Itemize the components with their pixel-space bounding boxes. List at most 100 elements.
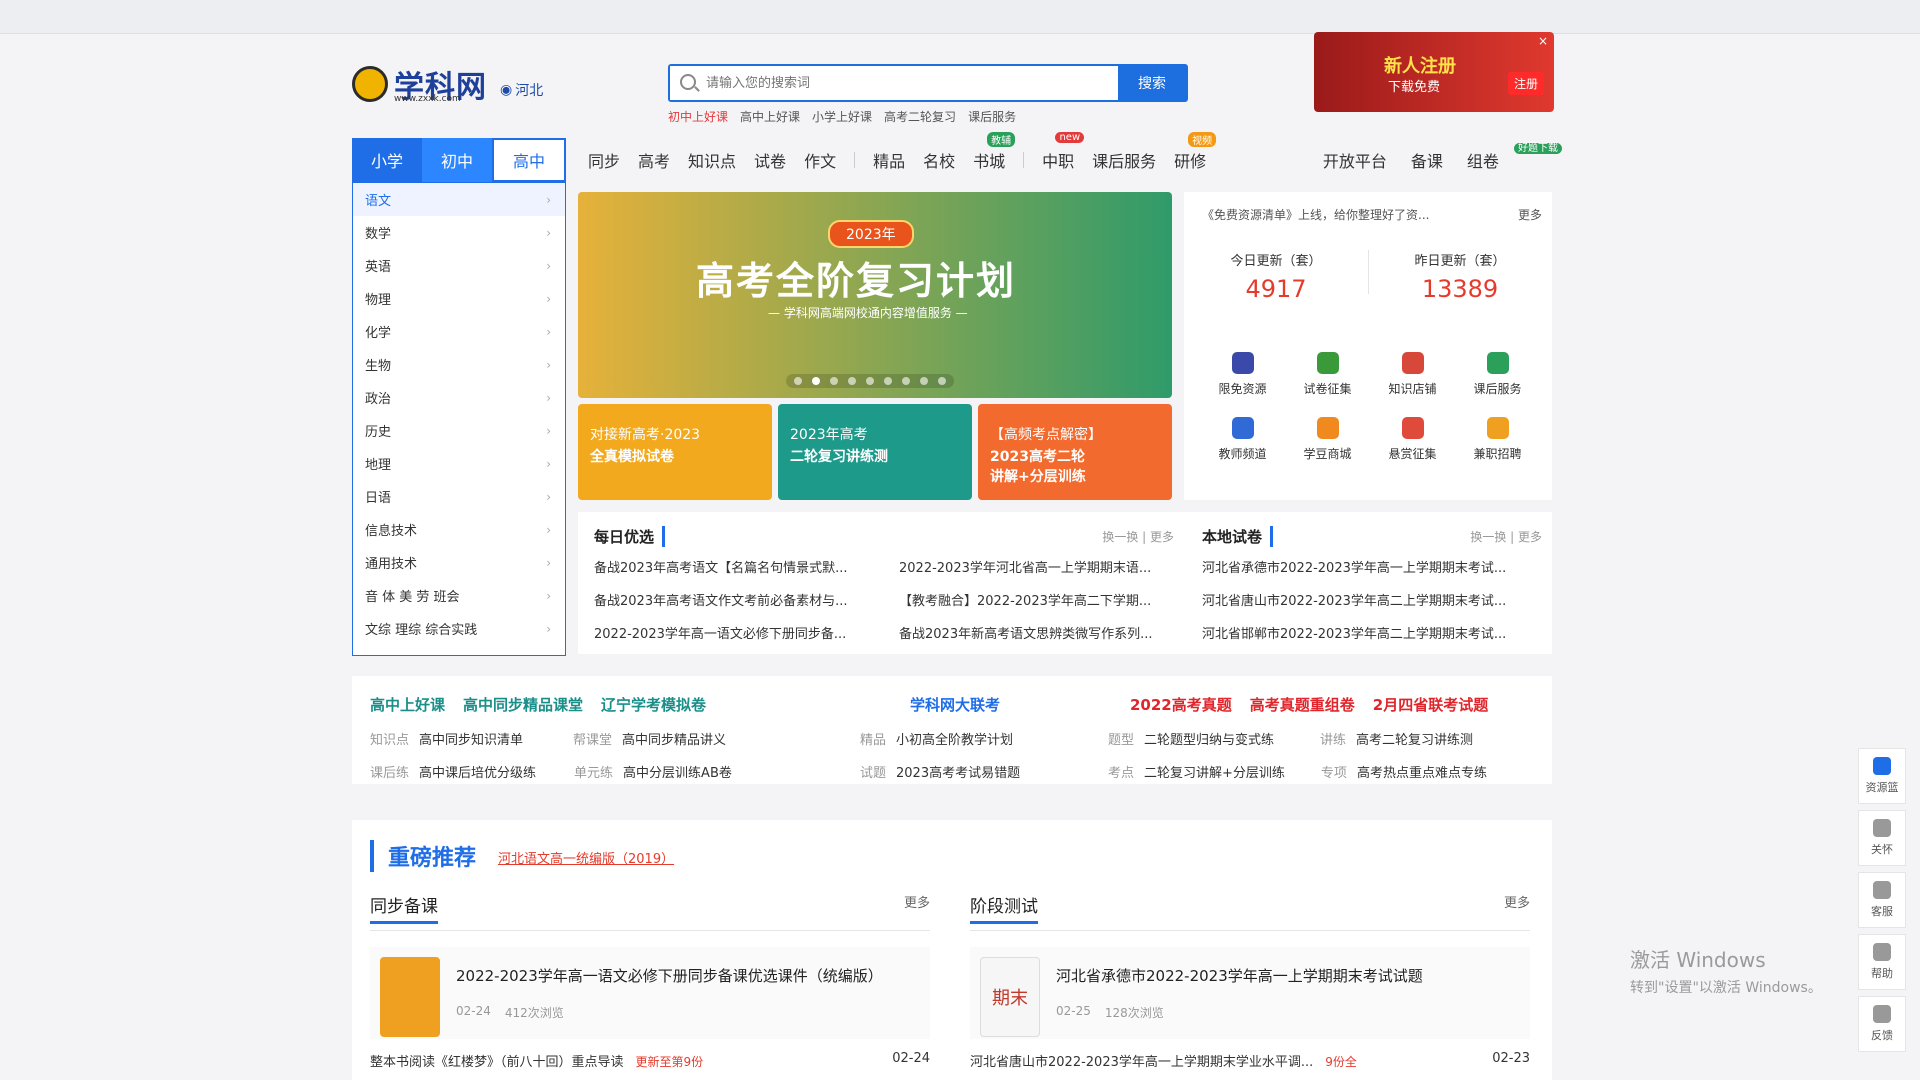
tab-senior[interactable]: 高中 bbox=[492, 138, 566, 182]
feature-head-link[interactable]: 学科网大联考 bbox=[910, 694, 1000, 715]
sidebar-item-japanese[interactable]: 日语 › bbox=[353, 480, 565, 513]
tab-primary[interactable]: 小学 bbox=[352, 138, 422, 182]
prepare-lesson-link[interactable]: 备课 bbox=[1411, 148, 1443, 172]
feature-head-link[interactable]: 2022高考真题 bbox=[1130, 694, 1232, 715]
nav-link-research[interactable]: 研修 视频 bbox=[1174, 132, 1217, 172]
section-more-link[interactable]: 更多 bbox=[1504, 892, 1530, 924]
hero-banner[interactable]: 2023年 高考全阶复习计划 — 学科网高端网校通内容增值服务 — bbox=[578, 192, 1172, 398]
list-item[interactable]: 整本书阅读《红楼梦》（前八十回）重点导读 更新至第9份 02-24 bbox=[370, 1051, 930, 1070]
list-item[interactable]: 河北省唐山市2022-2023学年高一上学期期末学业水平调... 9份全 02-23 bbox=[970, 1051, 1530, 1070]
sidebar-item-general-tech[interactable]: 通用技术 › bbox=[353, 546, 565, 579]
sidebar-item-it[interactable]: 信息技术 › bbox=[353, 513, 565, 546]
location-selector[interactable]: ◉ 河北 bbox=[500, 80, 543, 100]
nav-link-gaokao[interactable]: 高考 bbox=[638, 148, 670, 172]
hotword-link[interactable]: 小学上好课 bbox=[812, 108, 872, 125]
quick-link-afterclass[interactable]: 课后服务 bbox=[1455, 352, 1540, 397]
sidebar-item-english[interactable]: 英语 › bbox=[353, 249, 565, 282]
mini-banner-hot-topics[interactable]: 【高频考点解密】 2023高考二轮 讲解+分层训练 bbox=[978, 404, 1172, 500]
quick-link-mall[interactable]: 学豆商城 bbox=[1285, 417, 1370, 462]
list-item[interactable]: 备战2023年高考语文【名篇名句情景式默... bbox=[594, 557, 869, 576]
feature-link[interactable]: 高中同步知识清单 bbox=[419, 729, 523, 748]
list-item[interactable]: 备战2023年高考语文作文考前必备素材与... bbox=[594, 590, 869, 609]
carousel-dot[interactable] bbox=[920, 377, 928, 385]
open-platform-link[interactable]: 开放平台 bbox=[1323, 148, 1387, 172]
care-button[interactable]: 关怀 bbox=[1858, 810, 1906, 866]
hotword-link[interactable]: 高考二轮复习 bbox=[884, 108, 956, 125]
register-promo-banner[interactable]: 新人注册 下载免费 注册 × bbox=[1314, 32, 1554, 112]
carousel-dot[interactable] bbox=[902, 377, 910, 385]
list-item[interactable]: 2022-2023学年河北省高一上学期期末语... bbox=[899, 557, 1174, 576]
nav-link-papers[interactable]: 试卷 bbox=[754, 148, 786, 172]
feature-head-link[interactable]: 2月四省联考试题 bbox=[1373, 694, 1488, 715]
quick-link-teacher[interactable]: 教师频道 bbox=[1200, 417, 1285, 462]
resource-card[interactable]: 2022-2023学年高一语文必修下册同步备课优选课件（统编版） 02-24 41… bbox=[370, 947, 930, 1039]
promo-register-button[interactable]: 注册 bbox=[1508, 72, 1545, 95]
list-item[interactable]: 河北省唐山市2022-2023学年高二上学期期末考试... bbox=[1202, 590, 1542, 609]
list-item[interactable]: 河北省承德市2022-2023学年高一上学期期末考试... bbox=[1202, 557, 1542, 576]
help-button[interactable]: 帮助 bbox=[1858, 934, 1906, 990]
nav-link-afterclass[interactable]: 课后服务 bbox=[1092, 148, 1156, 172]
daily-picks-ops[interactable]: 换一换 | 更多 bbox=[1102, 528, 1174, 545]
carousel-dot[interactable] bbox=[794, 377, 802, 385]
nav-link-essay[interactable]: 作文 bbox=[804, 148, 836, 172]
sidebar-item-arts[interactable]: 音 体 美 劳 班会 › bbox=[353, 579, 565, 612]
notice-text[interactable]: 《免费资源清单》上线，给你整理好了资... bbox=[1202, 206, 1429, 223]
nav-link-premium[interactable]: 精品 bbox=[873, 148, 905, 172]
sidebar-item-biology[interactable]: 生物 › bbox=[353, 348, 565, 381]
tab-junior[interactable]: 初中 bbox=[422, 138, 492, 182]
carousel-dot[interactable] bbox=[866, 377, 874, 385]
carousel-dot[interactable] bbox=[938, 377, 946, 385]
notice-more-link[interactable]: 更多 bbox=[1518, 206, 1542, 223]
nav-link-schools[interactable]: 名校 bbox=[923, 148, 955, 172]
list-item[interactable]: 备战2023年新高考语文思辨类微写作系列... bbox=[899, 623, 1174, 642]
service-button[interactable]: 客服 bbox=[1858, 872, 1906, 928]
local-papers-ops[interactable]: 换一换 | 更多 bbox=[1470, 528, 1542, 545]
nav-link-vocational[interactable]: 中职 new bbox=[1042, 132, 1085, 172]
carousel-dot[interactable] bbox=[830, 377, 838, 385]
feature-link[interactable]: 小初高全阶教学计划 bbox=[896, 729, 1013, 748]
carousel-dot-active[interactable] bbox=[812, 377, 820, 385]
quick-link-paper-collect[interactable]: 试卷征集 bbox=[1285, 352, 1370, 397]
list-item[interactable]: 【教考融合】2022-2023学年高二下学期... bbox=[899, 590, 1174, 609]
section-more-link[interactable]: 更多 bbox=[904, 892, 930, 924]
sidebar-item-geography[interactable]: 地理 › bbox=[353, 447, 565, 480]
nav-link-sync[interactable]: 同步 bbox=[588, 148, 620, 172]
nav-link-bookstore[interactable]: 书城 教辅 bbox=[973, 132, 1016, 172]
feature-link[interactable]: 高中课后培优分级练 bbox=[419, 762, 536, 781]
search-button[interactable]: 搜索 bbox=[1118, 66, 1186, 100]
quick-link-jobs[interactable]: 兼职招聘 bbox=[1455, 417, 1540, 462]
promo-close-icon[interactable]: × bbox=[1538, 34, 1548, 48]
feature-link[interactable]: 高中分层训练AB卷 bbox=[623, 762, 732, 781]
feature-head-link[interactable]: 辽宁学考模拟卷 bbox=[601, 694, 706, 715]
feature-head-link[interactable]: 高考真题重组卷 bbox=[1250, 694, 1355, 715]
list-item[interactable]: 河北省邯郸市2022-2023学年高二上学期期末考试... bbox=[1202, 623, 1542, 642]
section-title[interactable]: 阶段测试 bbox=[970, 892, 1038, 924]
compose-paper-link[interactable]: 组卷 好题下载 bbox=[1467, 143, 1562, 172]
hotword-link[interactable]: 高中上好课 bbox=[740, 108, 800, 125]
list-item[interactable]: 2022-2023学年高一语文必修下册同步备... bbox=[594, 623, 869, 642]
sidebar-item-physics[interactable]: 物理 › bbox=[353, 282, 565, 315]
quick-link-bounty[interactable]: 悬赏征集 bbox=[1370, 417, 1455, 462]
quick-link-free[interactable]: 限免资源 bbox=[1200, 352, 1285, 397]
hotword-link[interactable]: 初中上好课 bbox=[668, 108, 728, 125]
mini-banner-review[interactable]: 2023年高考 二轮复习讲练测 bbox=[778, 404, 972, 500]
resource-card[interactable]: 期末 河北省承德市2022-2023学年高一上学期期末考试试题 02-25 128… bbox=[970, 947, 1530, 1039]
feedback-button[interactable]: 反馈 bbox=[1858, 996, 1906, 1052]
sidebar-item-math[interactable]: 数学 › bbox=[353, 216, 565, 249]
feature-head-link[interactable]: 高中上好课 bbox=[370, 694, 445, 715]
sidebar-item-chemistry[interactable]: 化学 › bbox=[353, 315, 565, 348]
carousel-dot[interactable] bbox=[848, 377, 856, 385]
mini-banner-mock-exam[interactable]: 对接新高考·2023 全真模拟试卷 bbox=[578, 404, 772, 500]
section-title[interactable]: 同步备课 bbox=[370, 892, 438, 924]
feature-link[interactable]: 高中同步精品讲义 bbox=[622, 729, 726, 748]
sidebar-item-chinese[interactable]: 语文 › bbox=[353, 183, 565, 216]
feature-head-link[interactable]: 高中同步精品课堂 bbox=[463, 694, 583, 715]
quick-link-shop[interactable]: 知识店铺 bbox=[1370, 352, 1455, 397]
feature-link[interactable]: 高考二轮复习讲练测 bbox=[1356, 729, 1473, 748]
feature-link[interactable]: 二轮复习讲解+分层训练 bbox=[1144, 762, 1285, 781]
carousel-dot[interactable] bbox=[884, 377, 892, 385]
feature-link[interactable]: 二轮题型归纳与变式练 bbox=[1144, 729, 1274, 748]
resource-basket-button[interactable]: 资源篮 bbox=[1858, 748, 1906, 804]
nav-link-knowledge[interactable]: 知识点 bbox=[688, 148, 736, 172]
recommend-edition-link[interactable]: 河北语文高一统编版（2019） bbox=[498, 848, 674, 867]
